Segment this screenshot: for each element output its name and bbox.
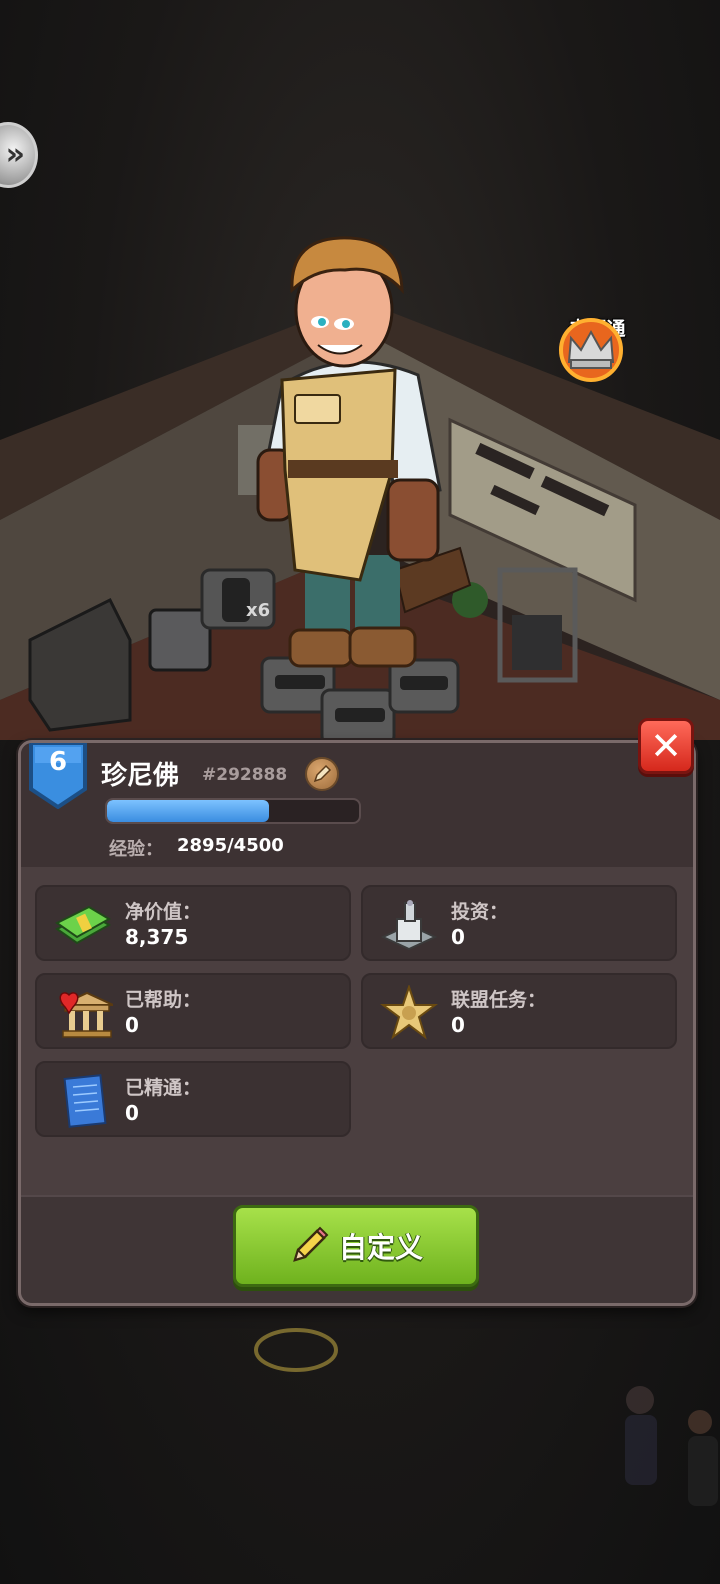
stat-card-net-worth: 净价值： 8,375 <box>35 885 351 961</box>
stat-value: 0 <box>125 1013 139 1037</box>
stat-value: 0 <box>125 1101 139 1125</box>
player-id: #292888 <box>202 765 288 785</box>
crown-icon <box>559 318 623 382</box>
profile-header: 6 珍尼佛 #292888 经验： 2895/4500 <box>21 743 693 867</box>
xp-progress-bar <box>105 798 361 824</box>
customize-label: 自定义 <box>338 1231 423 1264</box>
player-name: 珍尼佛 <box>101 761 180 791</box>
profile-panel: 6 珍尼佛 #292888 经验： 2895/4500 净价值： 8,375 投… <box>18 740 696 1306</box>
stat-label: 投资： <box>451 901 509 923</box>
stat-label: 联盟任务： <box>451 989 547 1011</box>
xp-label: 经验： <box>109 839 163 860</box>
stat-label: 已帮助： <box>125 989 202 1011</box>
item-count-label: x6 <box>246 600 271 621</box>
stat-value: 8,375 <box>125 925 189 949</box>
stat-card-investment: 投资： 0 <box>361 885 677 961</box>
close-button[interactable]: ✕ <box>638 718 694 774</box>
stat-value: 0 <box>451 925 465 949</box>
charity-bank-heart-icon <box>59 991 113 1038</box>
stat-label: 已精通： <box>125 1077 202 1099</box>
xp-value: 2895/4500 <box>177 835 284 856</box>
stat-label: 净价值： <box>125 901 202 923</box>
stat-card-alliance-missions: 联盟任务： 0 <box>361 973 677 1049</box>
level-badge: 6 <box>27 743 89 809</box>
blueprint-icon <box>63 1074 107 1128</box>
sheriff-star-icon <box>380 985 438 1040</box>
double-chevron-right-icon: » <box>5 137 25 172</box>
building-icon <box>380 900 438 951</box>
level-number: 6 <box>48 747 68 777</box>
stat-value: 0 <box>451 1013 465 1037</box>
stats-section: 净价值： 8,375 投资： 0 已帮助： 0 联盟任务： 0 已精通： 0 <box>21 867 693 1197</box>
stat-card-mastered: 已精通： 0 <box>35 1061 351 1137</box>
stat-card-helped: 已帮助： 0 <box>35 973 351 1049</box>
pencil-icon <box>293 1226 329 1262</box>
xp-progress-fill <box>107 800 270 822</box>
close-x-icon: ✕ <box>650 724 682 768</box>
pencil-icon <box>313 764 332 783</box>
customize-button[interactable]: 自定义 <box>233 1205 479 1287</box>
vip-badge[interactable]: 未开通 <box>555 318 639 382</box>
edit-name-button[interactable] <box>305 757 339 791</box>
cash-stack-icon <box>55 905 111 945</box>
